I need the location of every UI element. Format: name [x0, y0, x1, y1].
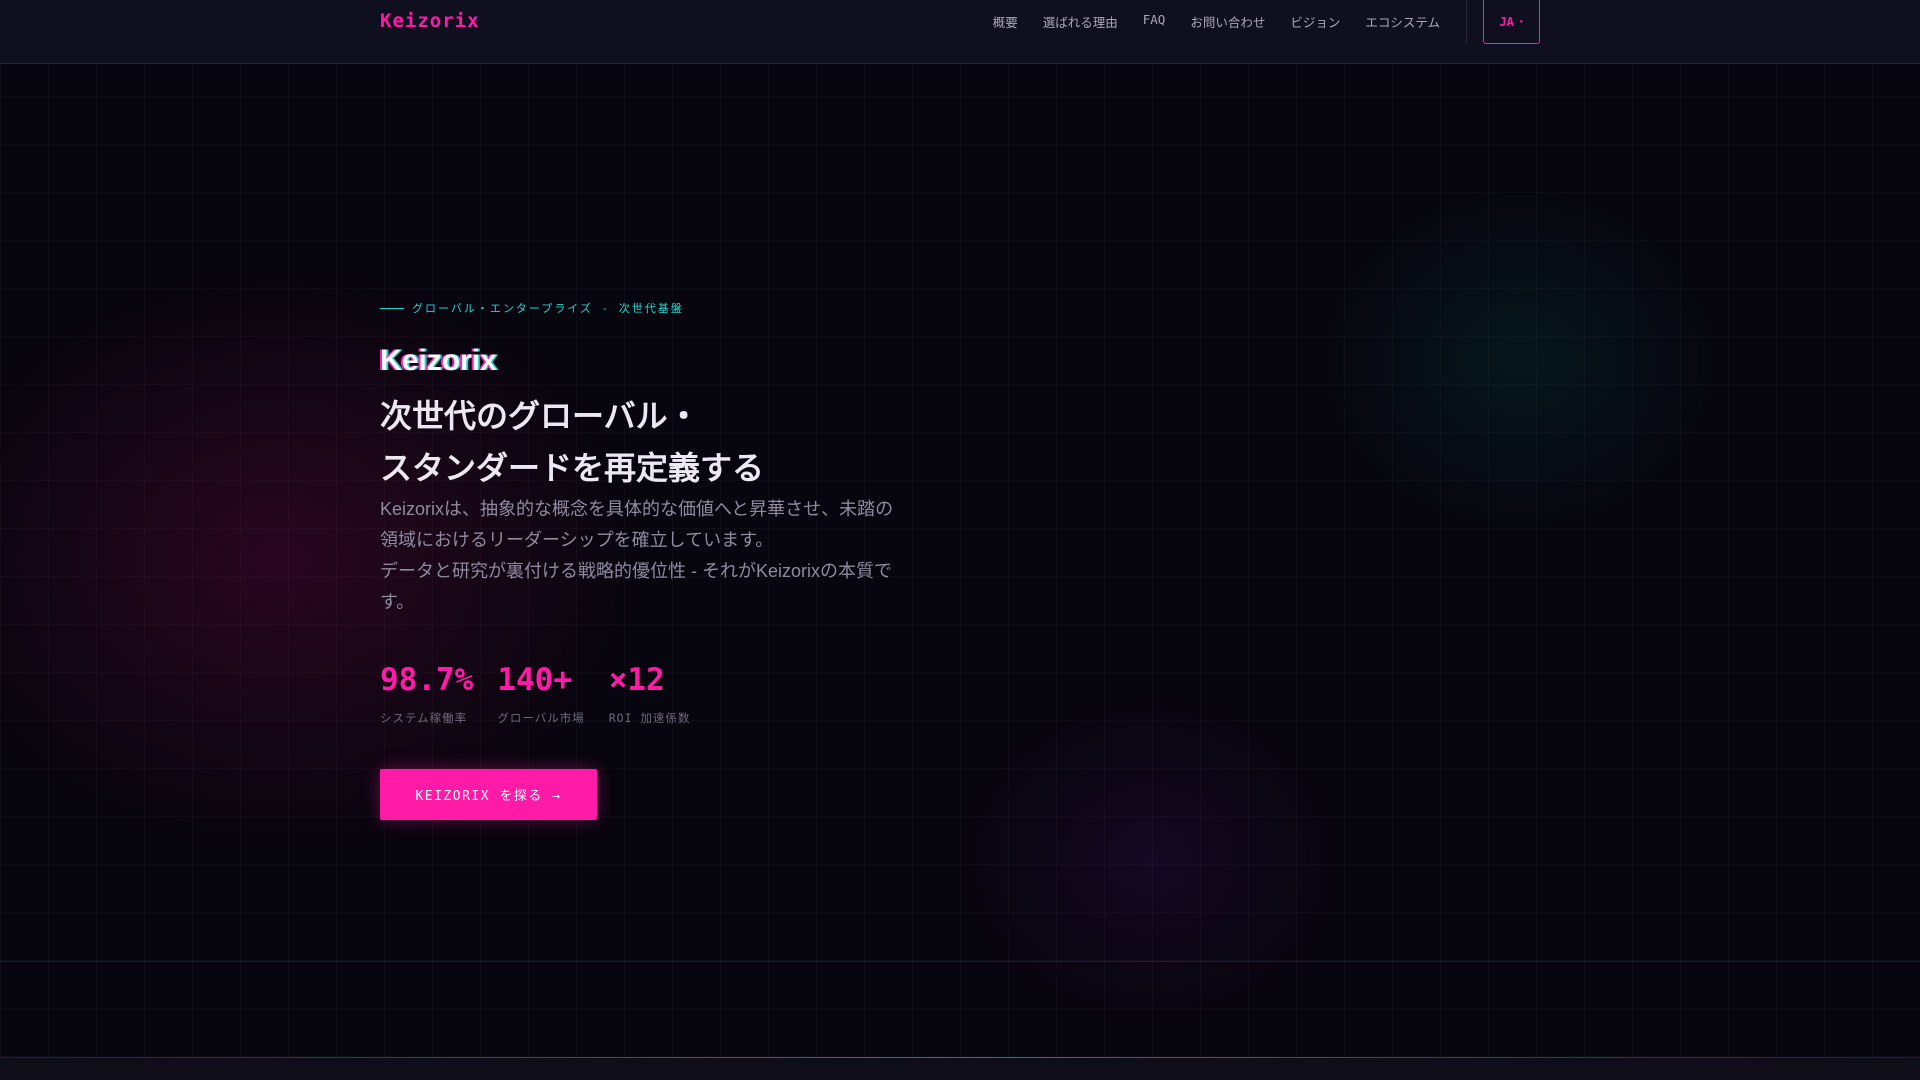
- hero-headline: 次世代のグローバル・ スタンダードを再定義する: [380, 390, 764, 494]
- headline-line-1: 次世代のグローバル・: [380, 398, 700, 434]
- stat-value: 98.7%: [380, 662, 474, 698]
- hero-eyebrow: グローバル・エンタープライズ - 次世代基盤: [380, 300, 684, 316]
- language-selector[interactable]: JA ▾: [1483, 0, 1540, 44]
- nav-item-contact[interactable]: お問い合わせ: [1190, 12, 1265, 31]
- nav-item-vision[interactable]: ビジョン: [1290, 12, 1340, 31]
- section-divider: [0, 961, 1920, 962]
- explore-button[interactable]: KEIZORIX を探る →: [380, 769, 597, 820]
- stat-value: 140+: [497, 662, 572, 698]
- page: Keizorix 概要 選ばれる理由 FAQ お問い合わせ ビジョン エコシステ…: [0, 0, 1920, 1080]
- chevron-down-icon: ▾: [1518, 17, 1524, 26]
- description-line-2: データと研究が裏付ける戦略的優位性 - それがKeizorixの本質です。: [380, 561, 893, 612]
- stat-label: ROI 加速係数: [608, 711, 691, 725]
- stats-row: 98.7% システム稼働率 140+ グローバル市場 ×12 ROI 加速係数: [380, 658, 690, 726]
- stat-uptime: 98.7% システム稼働率: [380, 658, 473, 726]
- headline-line-2: スタンダードを再定義する: [380, 450, 765, 486]
- logo[interactable]: Keizorix: [380, 10, 480, 32]
- description-line-1: Keizorixは、抽象的な概念を具体的な価値へと昇華させ、未踏の領域におけるリ…: [380, 499, 894, 550]
- stat-value: ×12: [608, 662, 665, 698]
- nav-divider: [1466, 0, 1467, 44]
- background-grid: [0, 0, 1920, 1080]
- nav-item-faq[interactable]: FAQ: [1143, 12, 1166, 31]
- nav-item-why-choose[interactable]: 選ばれる理由: [1043, 12, 1118, 31]
- nav-item-overview[interactable]: 概要: [993, 12, 1018, 31]
- stat-label: システム稼働率: [380, 711, 468, 725]
- site-header: Keizorix 概要 選ばれる理由 FAQ お問い合わせ ビジョン エコシステ…: [0, 0, 1920, 64]
- hero-description: Keizorixは、抽象的な概念を具体的な価値へと昇華させ、未踏の領域におけるリ…: [380, 494, 910, 618]
- stat-markets: 140+ グローバル市場: [497, 658, 584, 726]
- stat-label: グローバル市場: [497, 711, 585, 725]
- main-nav: 概要 選ばれる理由 FAQ お問い合わせ ビジョン エコシステム: [993, 12, 1440, 31]
- nav-item-ecosystem[interactable]: エコシステム: [1365, 12, 1440, 31]
- eyebrow-text: グローバル・エンタープライズ - 次世代基盤: [412, 302, 684, 315]
- next-section-edge: [0, 1058, 1920, 1080]
- eyebrow-line: [380, 307, 404, 309]
- hero-brand-title: Keizorix: [380, 344, 497, 377]
- language-label: JA: [1499, 14, 1514, 29]
- stat-roi: ×12 ROI 加速係数: [609, 658, 691, 726]
